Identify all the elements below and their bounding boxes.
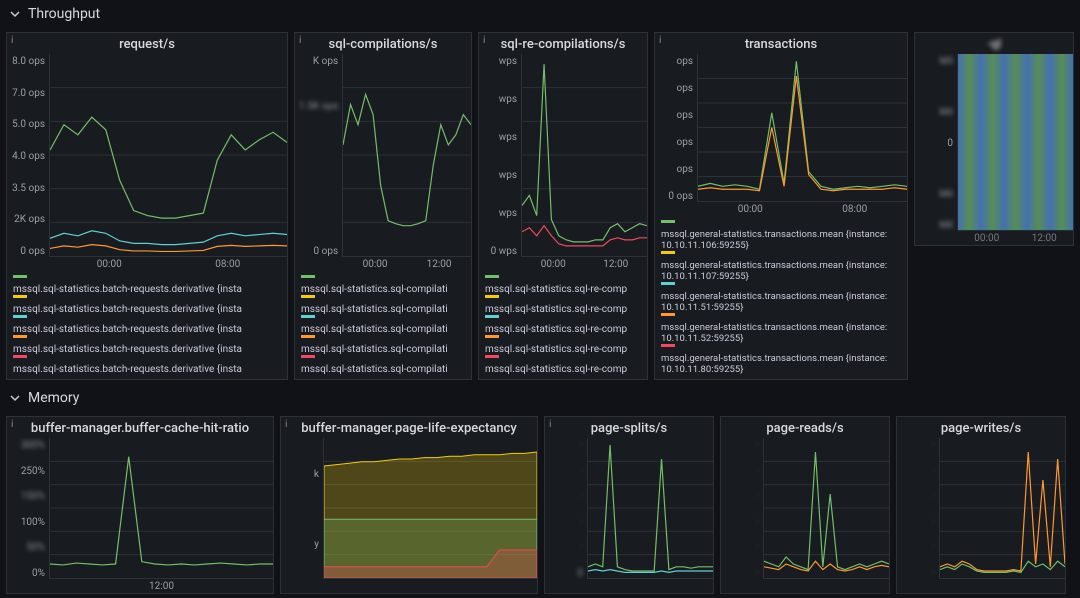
- panel-page-reads[interactable]: page-reads/s ······: [720, 416, 890, 594]
- chart-area[interactable]: 00:00 08:00: [49, 54, 287, 257]
- panel-title: buffer-manager.buffer-cache-hit-ratio: [7, 417, 273, 438]
- panel-title: request/s: [7, 33, 287, 54]
- panel-page-life[interactable]: i buffer-manager.page-life-expectancy k …: [280, 416, 538, 594]
- panel-title: buffer-manager.page-life-expectancy: [281, 417, 537, 438]
- section-header-memory[interactable]: Memory: [0, 384, 1080, 412]
- panel-title: sql-re-compilations/s: [479, 33, 647, 54]
- chart-area[interactable]: [939, 438, 1065, 579]
- chart-area[interactable]: [763, 438, 889, 579]
- panel-title: page-writes/s: [897, 417, 1065, 438]
- x-axis: 12:00: [50, 581, 273, 592]
- x-axis: 00:00 12:00: [958, 233, 1073, 244]
- info-icon[interactable]: i: [549, 419, 551, 430]
- x-axis: 00:00 12:00: [343, 259, 471, 270]
- y-axis: wps wps wps wps wps 0 wps: [479, 54, 521, 271]
- section-header-throughput[interactable]: Throughput: [0, 0, 1080, 28]
- panel-title: page-splits/s: [545, 417, 713, 438]
- y-axis: ······: [721, 438, 763, 593]
- panel-transactions[interactable]: i transactions ops ops ops ops ops 0 ops…: [654, 32, 908, 380]
- info-icon[interactable]: i: [299, 35, 301, 46]
- memory-panels-row: i buffer-manager.buffer-cache-hit-ratio …: [0, 412, 1080, 598]
- panel-buffer-hit[interactable]: i buffer-manager.buffer-cache-hit-ratio …: [6, 416, 274, 594]
- info-icon[interactable]: i: [285, 419, 287, 430]
- y-axis: ······: [897, 438, 939, 593]
- panel-title: page-reads/s: [721, 417, 889, 438]
- panel-page-writes[interactable]: page-writes/s ······: [896, 416, 1066, 594]
- y-axis: ····· 0: [545, 438, 587, 593]
- panel-title: sql-compilations/s: [295, 33, 471, 54]
- y-axis: K ops 1.5K ops 0 ops: [295, 54, 342, 271]
- throughput-panels-row: i request/s 8.0 ops 7.0 ops 5.0 ops 4.0 …: [0, 28, 1080, 384]
- legend: mssql.sql-statistics.batch-requests.deri…: [7, 271, 287, 379]
- panel-compilations[interactable]: i sql-compilations/s K ops 1.5K ops 0 op…: [294, 32, 472, 380]
- section-title: Memory: [28, 390, 79, 406]
- info-icon[interactable]: i: [659, 35, 661, 46]
- chart-area[interactable]: [587, 438, 713, 579]
- chart-area[interactable]: 12:00: [49, 438, 273, 579]
- panel-title: transactions: [655, 33, 907, 54]
- x-axis: 00:00 12:00: [522, 259, 647, 270]
- chart-area[interactable]: [323, 438, 537, 579]
- panel-requests[interactable]: i request/s 8.0 ops 7.0 ops 5.0 ops 4.0 …: [6, 32, 288, 380]
- panel-page-splits[interactable]: i page-splits/s ····· 0: [544, 416, 714, 594]
- x-axis: 00:00 08:00: [698, 204, 907, 215]
- section-title: Throughput: [28, 6, 100, 22]
- chevron-down-icon: [8, 7, 22, 21]
- info-icon[interactable]: i: [11, 35, 13, 46]
- y-axis: ops ops ops ops ops 0 ops: [655, 54, 697, 216]
- y-axis: 8.0 ops 7.0 ops 5.0 ops 4.0 ops 3.5 ops …: [7, 54, 49, 271]
- y-axis: k y: [281, 438, 323, 593]
- legend: mssql.sql-statistics.sql-compilati mssql…: [295, 271, 471, 379]
- legend: mssql.sql-statistics.sql-re-comp mssql.s…: [479, 271, 647, 379]
- y-axis: Mil Mil 0 Mil Mil: [915, 54, 957, 245]
- chart-area[interactable]: 00:00 12:00: [521, 54, 647, 257]
- panel-small[interactable]: ·ql Mil Mil 0 Mil Mil 00:00 12:00: [914, 32, 1074, 246]
- panel-recompilations[interactable]: i sql-re-compilations/s wps wps wps wps …: [478, 32, 648, 380]
- info-icon[interactable]: i: [483, 35, 485, 46]
- legend: mssql.general-statistics.transactions.me…: [655, 216, 907, 379]
- y-axis: 300% 250% 150% 100% 50% 0%: [7, 438, 49, 593]
- x-axis: 00:00 08:00: [50, 259, 287, 270]
- panel-title: ·ql: [915, 33, 1073, 54]
- chart-area[interactable]: 00:00 08:00: [697, 54, 907, 202]
- info-icon[interactable]: i: [11, 419, 13, 430]
- chevron-down-icon: [8, 391, 22, 405]
- chart-area[interactable]: 00:00 12:00: [957, 54, 1073, 231]
- chart-area[interactable]: 00:00 12:00: [342, 54, 471, 257]
